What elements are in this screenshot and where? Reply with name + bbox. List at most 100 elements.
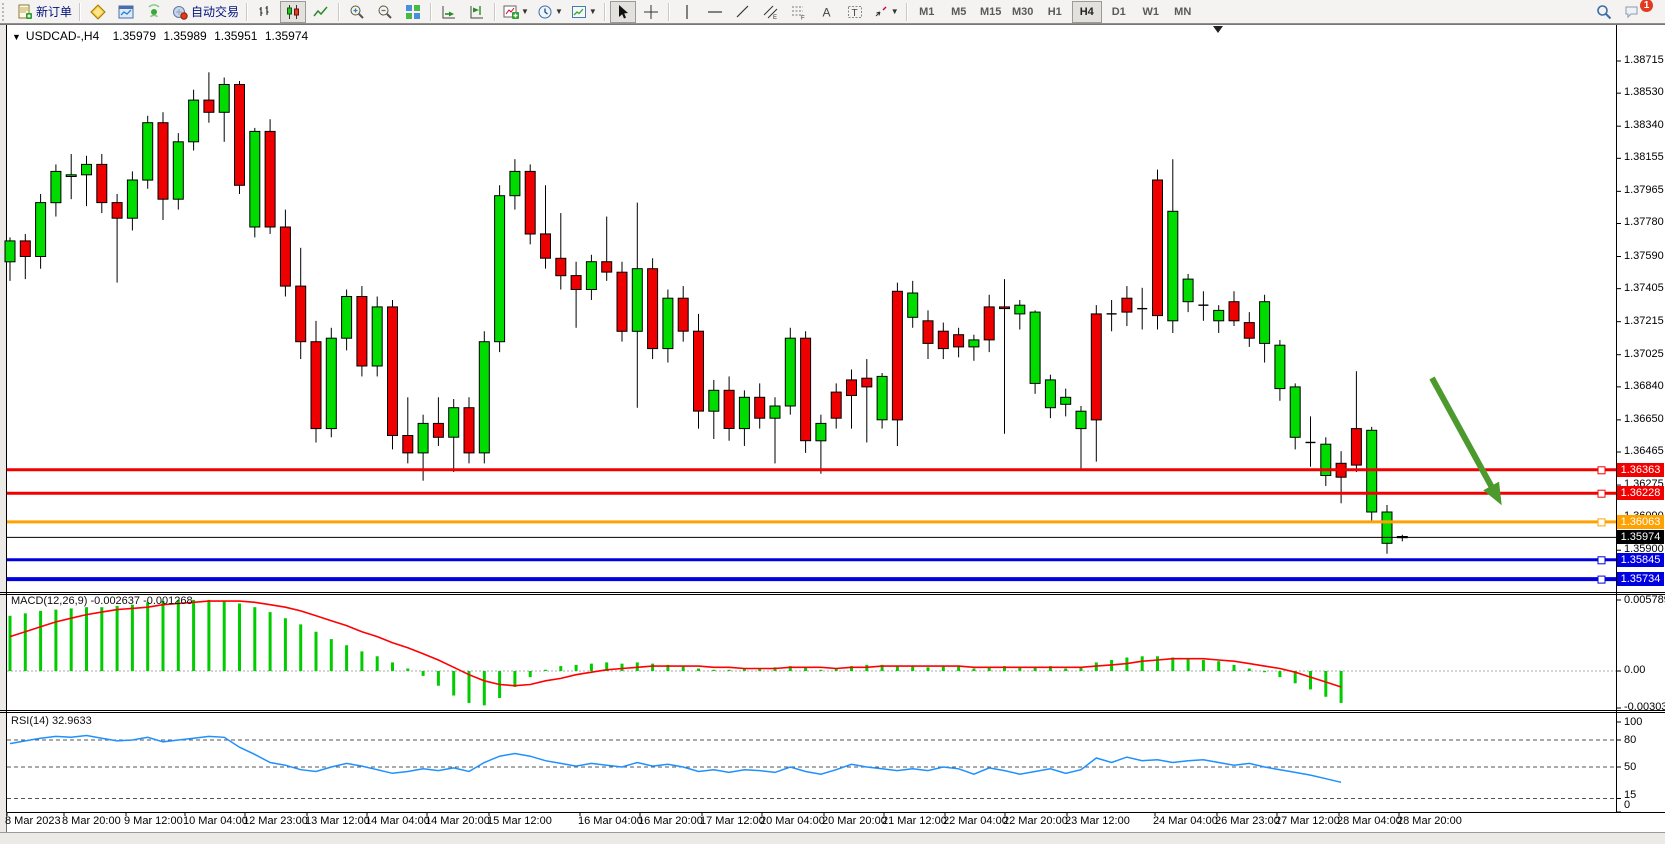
- candle: [403, 436, 413, 453]
- candle: [923, 321, 933, 344]
- rsi-label: RSI(14) 32.9633: [11, 715, 92, 727]
- candle: [938, 331, 948, 348]
- candle: [525, 171, 535, 234]
- candle: [418, 423, 428, 453]
- candle: [82, 164, 92, 174]
- hline-handle[interactable]: [1598, 576, 1605, 583]
- candle: [556, 258, 566, 275]
- time-axis-label: 14 Mar 04:00: [365, 815, 430, 827]
- candle: [724, 390, 734, 428]
- time-axis-label: 14 Mar 20:00: [425, 815, 490, 827]
- price-axis-label: 1.37405: [1624, 282, 1664, 294]
- candle: [357, 297, 367, 367]
- candle: [678, 298, 688, 331]
- time-axis-label: 20 Mar 04:00: [760, 815, 825, 827]
- candle: [1229, 302, 1239, 321]
- price-axis-label: 1.37780: [1624, 216, 1664, 228]
- close-value: 1.35974: [265, 29, 308, 43]
- candle: [1214, 310, 1224, 320]
- candle: [984, 307, 994, 340]
- candle: [495, 196, 505, 342]
- time-axis-label: 24 Mar 04:00: [1153, 815, 1218, 827]
- time-axis-label: 22 Mar 20:00: [1003, 815, 1068, 827]
- candle: [36, 203, 46, 257]
- trend-arrow-object[interactable]: [1432, 378, 1502, 505]
- candle: [296, 286, 306, 342]
- candle: [51, 171, 61, 202]
- candle: [112, 203, 122, 219]
- chart-shift-marker[interactable]: [1213, 26, 1223, 33]
- hline-handle[interactable]: [1598, 467, 1605, 474]
- rsi-value: 32.9633: [52, 715, 92, 727]
- candle: [586, 262, 596, 290]
- candle: [571, 276, 581, 290]
- macd-histogram: [10, 600, 1341, 706]
- time-axis-label: 16 Mar 20:00: [638, 815, 703, 827]
- hline-handle[interactable]: [1598, 557, 1605, 564]
- rsi-axis-label: 0: [1624, 799, 1630, 811]
- candle: [877, 376, 887, 419]
- candle: [204, 100, 214, 112]
- chart-canvas[interactable]: [0, 0, 1665, 843]
- hline-handle[interactable]: [1598, 490, 1605, 497]
- candle: [1351, 429, 1361, 466]
- time-axis-label: 22 Mar 04:00: [943, 815, 1008, 827]
- price-tag: 1.36228: [1617, 486, 1664, 500]
- candle: [739, 397, 749, 428]
- time-axis-label: 16 Mar 04:00: [578, 815, 643, 827]
- candle: [1045, 380, 1055, 408]
- candle: [541, 234, 551, 258]
- candle: [801, 338, 811, 441]
- candle: [189, 100, 199, 142]
- candle: [449, 408, 459, 438]
- one-click-trading-arrow[interactable]: ▼: [12, 32, 21, 42]
- price-tag: 1.36363: [1617, 463, 1664, 477]
- price-axis-label: 1.37215: [1624, 315, 1664, 327]
- candle: [632, 269, 642, 332]
- open-value: 1.35979: [113, 29, 156, 43]
- macd-main-value: -0.002637: [90, 595, 140, 607]
- symbol-period: USDCAD-,H4: [26, 29, 99, 43]
- candle: [342, 297, 352, 339]
- candle: [954, 335, 964, 347]
- candle: [648, 269, 658, 349]
- candle: [1382, 512, 1392, 543]
- macd-axis-label: 0.005789: [1624, 594, 1665, 606]
- candle: [908, 293, 918, 317]
- candle: [173, 142, 183, 199]
- price-axis-label: 1.38340: [1624, 119, 1664, 131]
- price-tag: 1.35734: [1617, 572, 1664, 586]
- time-axis-label: 26 Mar 23:00: [1215, 815, 1280, 827]
- time-axis-label: 8 Mar 20:00: [62, 815, 121, 827]
- candle: [1000, 307, 1010, 309]
- candle: [479, 342, 489, 453]
- candle: [663, 298, 673, 348]
- candle: [143, 123, 153, 180]
- candle: [694, 331, 704, 411]
- time-axis-label: 15 Mar 12:00: [487, 815, 552, 827]
- price-axis-label: 1.36840: [1624, 380, 1664, 392]
- candle: [847, 380, 857, 396]
- time-axis-label: 13 Mar 12:00: [305, 815, 370, 827]
- time-axis-label: 21 Mar 12:00: [882, 815, 947, 827]
- candle: [755, 397, 765, 418]
- price-axis-label: 1.38155: [1624, 151, 1664, 163]
- candle: [464, 408, 474, 453]
- candle: [1290, 387, 1300, 437]
- time-axis-label: 17 Mar 12:00: [700, 815, 765, 827]
- candle: [602, 262, 612, 272]
- candle: [219, 85, 229, 113]
- time-axis-label: 23 Mar 12:00: [1065, 815, 1130, 827]
- candle: [235, 85, 245, 186]
- rsi-axis-label: 50: [1624, 761, 1636, 773]
- rsi-axis-label: 100: [1624, 716, 1642, 728]
- time-axis-label: 8 Mar 2023: [5, 815, 61, 827]
- candlestick-series: [5, 72, 1407, 553]
- candle: [617, 272, 627, 331]
- candle: [816, 423, 826, 440]
- candle: [311, 342, 321, 429]
- candle: [265, 131, 275, 227]
- macd-axis-label: 0.00: [1624, 664, 1645, 676]
- hline-handle[interactable]: [1598, 519, 1605, 526]
- price-axis-label: 1.36465: [1624, 445, 1664, 457]
